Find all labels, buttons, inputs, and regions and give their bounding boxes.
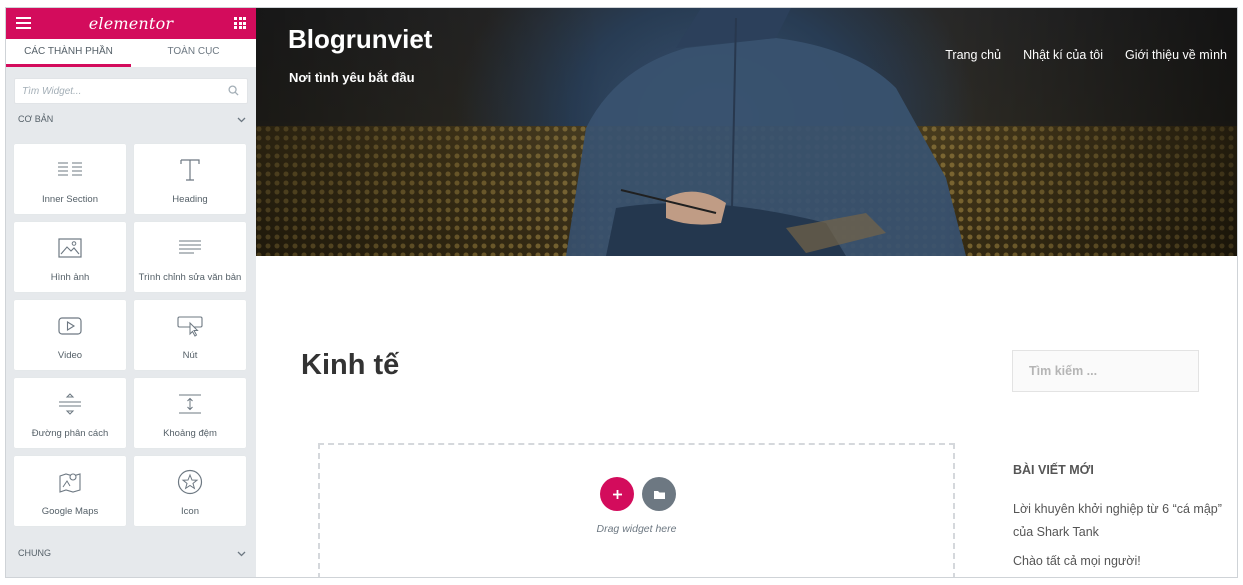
widget-button[interactable]: Nút: [134, 300, 246, 370]
page-preview: Blogrunviet Nơi tình yêu bắt đầu Trang c…: [256, 8, 1237, 577]
hamburger-menu-icon[interactable]: [16, 17, 31, 29]
editor-window: elementor CÁC THÀNH PHẦN TOÀN CỤC CƠ BẢN…: [5, 7, 1238, 578]
widget-text-editor[interactable]: Trình chỉnh sửa văn bản: [134, 222, 246, 292]
widget-image[interactable]: Hình ảnh: [14, 222, 126, 292]
map-icon: [58, 468, 82, 496]
widget-label: Heading: [172, 194, 208, 205]
section-basic-label: CƠ BẢN: [18, 114, 54, 124]
add-template-button[interactable]: [642, 477, 676, 511]
plus-icon: [612, 489, 622, 499]
star-icon: [177, 468, 203, 496]
nav-item-about[interactable]: Giới thiệu về mình: [1125, 48, 1227, 62]
recent-posts-list: Lời khuyên khởi nghiệp từ 6 “cá mập” của…: [1013, 498, 1233, 577]
widget-label: Hình ảnh: [50, 272, 90, 283]
widget-label: Google Maps: [41, 506, 99, 517]
widget-grid: Inner Section Heading Hình ảnh Trình chỉ…: [6, 134, 256, 526]
video-icon: [58, 312, 82, 340]
widget-dropzone[interactable]: Drag widget here: [318, 443, 955, 577]
section-general-label: CHUNG: [18, 548, 51, 558]
widget-divider[interactable]: Đường phân cách: [14, 378, 126, 448]
recent-post-link[interactable]: Lời khuyên khởi nghiệp từ 6 “cá mập” của…: [1013, 498, 1233, 544]
widget-search-input[interactable]: [15, 79, 247, 103]
recent-posts-title: BÀI VIẾT MỚI: [1013, 463, 1094, 477]
inner-section-icon: [57, 156, 83, 184]
dropzone-hint: Drag widget here: [596, 523, 677, 535]
image-icon: [58, 234, 82, 262]
tab-elements[interactable]: CÁC THÀNH PHẦN: [6, 39, 131, 67]
widget-search: [14, 78, 248, 104]
section-general-header[interactable]: CHUNG: [6, 538, 256, 568]
sidebar-search-input[interactable]: [1012, 350, 1199, 392]
dropzone-buttons: [600, 477, 676, 511]
elementor-logo: elementor: [88, 14, 174, 33]
widget-heading[interactable]: Heading: [134, 144, 246, 214]
widget-label: Video: [57, 350, 83, 361]
section-basic-header[interactable]: CƠ BẢN: [6, 104, 256, 134]
search-icon: [228, 85, 239, 96]
widget-inner-section[interactable]: Inner Section: [14, 144, 126, 214]
chevron-down-icon: [237, 117, 246, 122]
header-hero-image: Blogrunviet Nơi tình yêu bắt đầu Trang c…: [256, 8, 1237, 256]
recent-post-link[interactable]: Chào tất cả mọi người!: [1013, 550, 1233, 573]
nav-item-home[interactable]: Trang chủ: [945, 48, 1001, 62]
widget-label: Khoảng đệm: [163, 428, 217, 439]
site-title[interactable]: Blogrunviet: [288, 24, 432, 55]
widget-google-maps[interactable]: Google Maps: [14, 456, 126, 526]
folder-icon: [653, 490, 665, 499]
widget-label: Đường phân cách: [31, 428, 109, 439]
panel-header: elementor: [6, 8, 256, 39]
widget-spacer[interactable]: Khoảng đệm: [134, 378, 246, 448]
text-editor-icon: [178, 234, 202, 262]
widget-video[interactable]: Video: [14, 300, 126, 370]
nav-item-diary[interactable]: Nhật kí của tôi: [1023, 48, 1103, 62]
add-section-button[interactable]: [600, 477, 634, 511]
site-tagline: Nơi tình yêu bắt đầu: [289, 70, 415, 85]
widget-label: Icon: [181, 506, 199, 517]
divider-icon: [58, 390, 82, 418]
widget-search-wrap: [6, 67, 256, 104]
button-icon: [177, 312, 203, 340]
heading-icon: [179, 156, 201, 184]
panel-tabs: CÁC THÀNH PHẦN TOÀN CỤC: [6, 39, 256, 67]
widget-label: Inner Section: [42, 194, 98, 205]
page-title: Kinh tế: [301, 349, 400, 381]
widgets-grid-icon[interactable]: [234, 17, 246, 29]
widget-label: Nút: [182, 350, 198, 361]
widget-label: Trình chỉnh sửa văn bản: [138, 272, 242, 283]
main-nav: Trang chủ Nhật kí của tôi Giới thiệu về …: [945, 48, 1227, 62]
tab-global[interactable]: TOÀN CỤC: [131, 39, 256, 67]
spacer-icon: [178, 390, 202, 418]
widget-icon[interactable]: Icon: [134, 456, 246, 526]
editor-panel: elementor CÁC THÀNH PHẦN TOÀN CỤC CƠ BẢN…: [6, 8, 256, 577]
chevron-down-icon: [237, 551, 246, 556]
